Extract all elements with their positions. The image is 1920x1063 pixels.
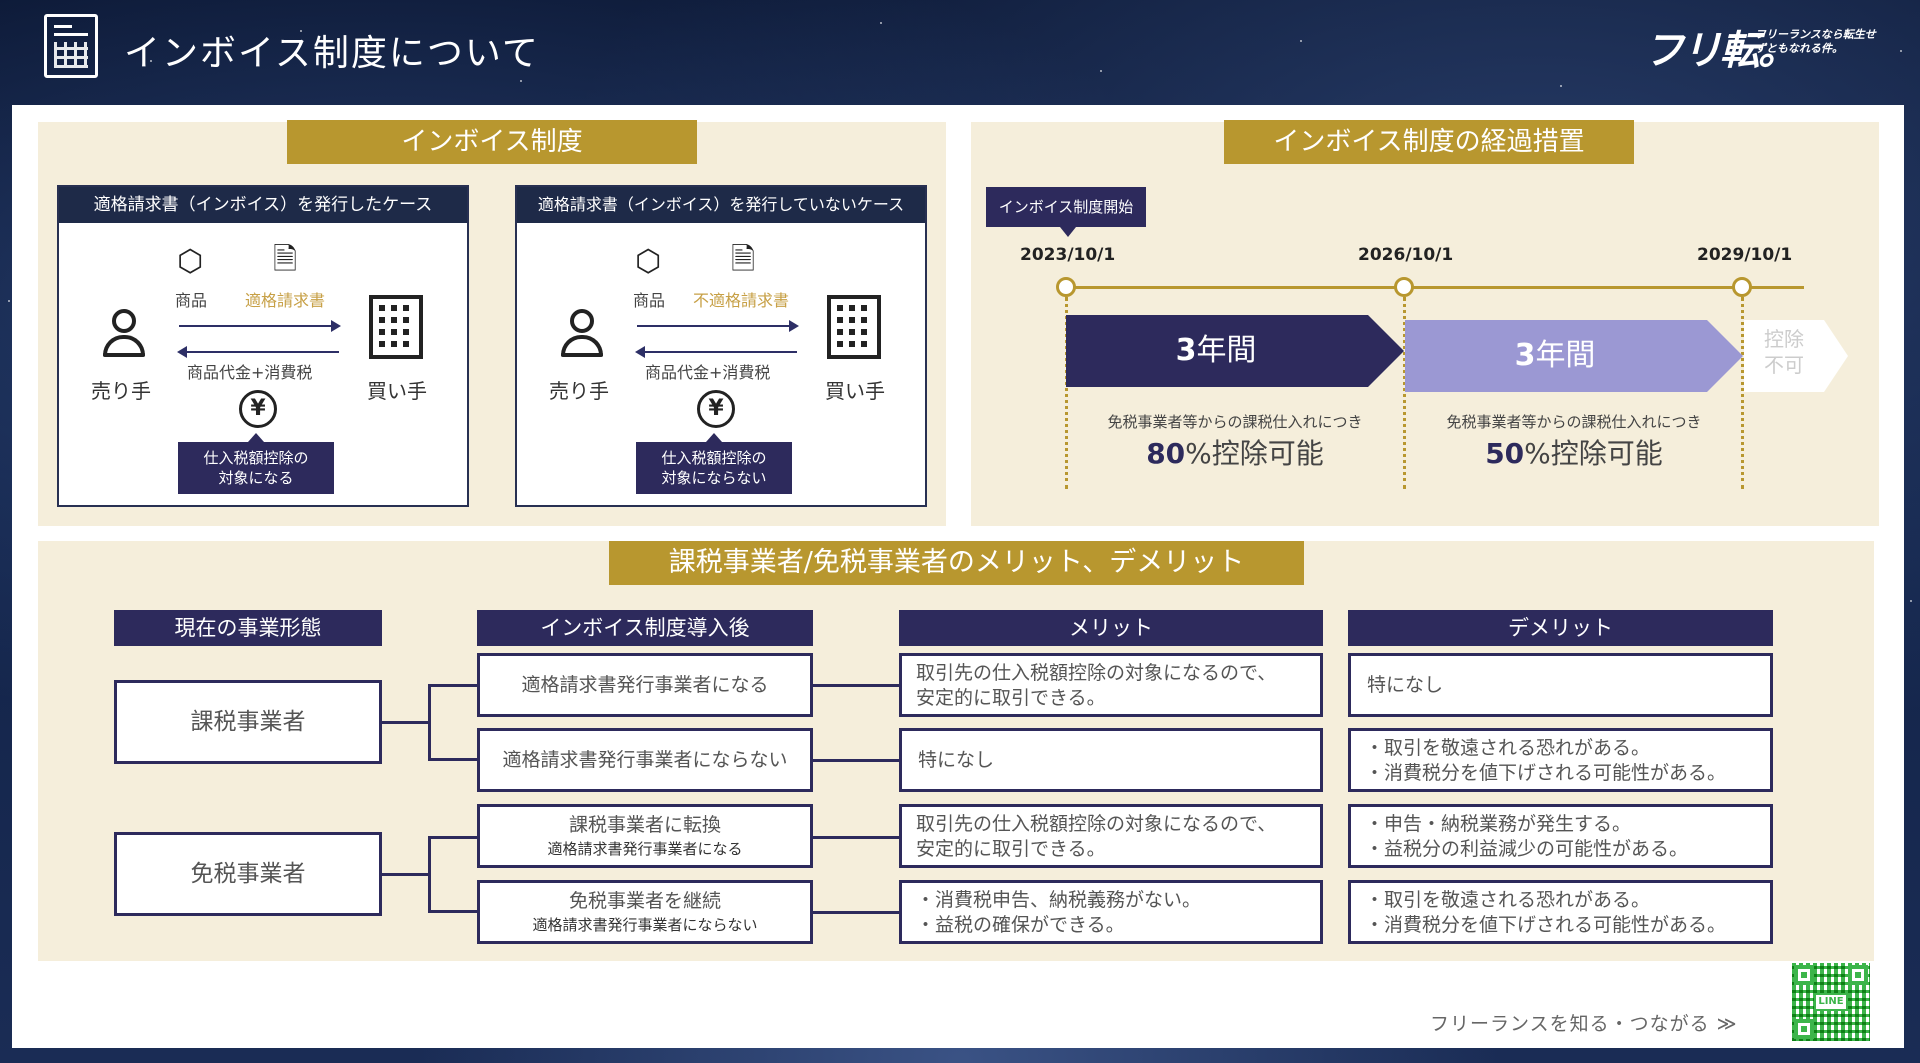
period-second-desc: 免税事業者等からの課税仕入れにつき <box>1446 413 1702 431</box>
period-first-percent: 80%控除可能 <box>1146 437 1324 470</box>
invoice-not-issued-card: 適格請求書（インボイス）を発行していないケース ⬡ 商品 🗎 不適格請求書 売り… <box>515 185 927 507</box>
demerit-row-3: ・申告・納税業務が発生する。 ・益税分の利益減少の可能性がある。 <box>1348 804 1773 868</box>
merit-row-2: 特になし <box>899 728 1323 792</box>
invoice-system-title: インボイス制度 <box>287 120 697 164</box>
header-after: インボイス制度導入後 <box>477 610 813 646</box>
timeline-point <box>1056 277 1076 297</box>
invoice-document-icon <box>44 14 98 78</box>
arrow-left <box>177 346 339 358</box>
transition-title: インボイス制度の経過措置 <box>1224 120 1634 164</box>
connector <box>382 721 430 724</box>
yen-icon: ¥ <box>697 390 735 428</box>
page-title: インボイス制度について <box>124 33 540 74</box>
building-icon <box>827 295 881 359</box>
no-deduction-label: 控除 不可 <box>1764 327 1804 377</box>
after-row-4: 免税事業者を継続 適格請求書発行事業者にならない <box>477 880 813 944</box>
document-icon: 🗎 <box>273 242 298 277</box>
connector <box>428 684 431 760</box>
after-row-1: 適格請求書発行事業者になる <box>477 653 813 717</box>
connector <box>428 836 478 839</box>
merit-row-1: 取引先の仕入税額控除の対象になるので、 安定的に取引できる。 <box>899 653 1323 717</box>
card-heading: 適格請求書（インボイス）を発行していないケース <box>517 187 925 223</box>
after-row-2: 適格請求書発行事業者にならない <box>477 728 813 792</box>
timeline-point <box>1394 277 1414 297</box>
connector <box>813 836 899 839</box>
box-icon: ⬡ <box>635 244 662 279</box>
arrow-right <box>637 320 799 332</box>
header-merit: メリット <box>899 610 1323 646</box>
timeline-line <box>1058 286 1804 289</box>
document-icon: 🗎 <box>731 242 756 277</box>
invoice-start-tag: インボイス制度開始 <box>986 187 1146 237</box>
connector <box>813 759 899 762</box>
header-demerit: デメリット <box>1348 610 1773 646</box>
arrow-left <box>635 346 797 358</box>
document-label: 不適格請求書 <box>693 291 790 310</box>
current-taxable: 課税事業者 <box>114 680 382 764</box>
period-first-label: 3年間 <box>1175 333 1257 368</box>
payment-label: 商品代金+消費税 <box>187 363 313 382</box>
header-current: 現在の事業形態 <box>114 610 382 646</box>
seller-label: 売り手 <box>91 379 151 403</box>
connector <box>813 684 899 687</box>
seller-label: 売り手 <box>549 379 609 403</box>
connector <box>813 911 899 914</box>
merit-row-4: ・消費税申告、納税義務がない。 ・益税の確保ができる。 <box>899 880 1323 944</box>
line-label: LINE <box>1814 993 1848 1011</box>
tax-deduction-note: 仕入税額控除の 対象になる <box>178 433 334 494</box>
product-label: 商品 <box>633 291 666 310</box>
after-row-3: 課税事業者に転換 適格請求書発行事業者になる <box>477 804 813 868</box>
period-second-label: 3年間 <box>1514 338 1596 373</box>
date-middle: 2026/10/1 <box>1358 245 1454 265</box>
card-heading: 適格請求書（インボイス）を発行したケース <box>59 187 467 223</box>
buyer-label: 買い手 <box>367 379 427 403</box>
period-second-percent: 50%控除可能 <box>1485 437 1663 470</box>
arrow-right <box>179 320 341 332</box>
demerit-row-4: ・取引を敬遠される恐れがある。 ・消費税分を値下げされる可能性がある。 <box>1348 880 1773 944</box>
seller-icon <box>557 309 607 359</box>
date-end: 2029/10/1 <box>1697 245 1793 265</box>
connector <box>382 873 430 876</box>
connector <box>428 758 478 761</box>
tax-deduction-note: 仕入税額控除の 対象にならない <box>636 433 792 494</box>
brand-tagline: フリーランスなら転生せずともなれる件。 <box>1755 28 1876 55</box>
connector <box>428 684 478 687</box>
yen-icon: ¥ <box>239 390 277 428</box>
merits-title: 課税事業者/免税事業者のメリット、デメリット <box>609 541 1304 585</box>
box-icon: ⬡ <box>177 244 204 279</box>
line-qr-code[interactable]: LINE <box>1792 963 1870 1041</box>
seller-icon <box>99 309 149 359</box>
product-label: 商品 <box>175 291 208 310</box>
payment-label: 商品代金+消費税 <box>645 363 771 382</box>
buyer-label: 買い手 <box>825 379 885 403</box>
invoice-issued-card: 適格請求書（インボイス）を発行したケース ⬡ 商品 🗎 適格請求書 売り手 商品… <box>57 185 469 507</box>
community-link[interactable]: フリーランスを知る・つながる ≫ <box>1430 1009 1738 1036</box>
header: インボイス制度について フリ転。 フリーランスなら転生せずともなれる件。 <box>0 0 1920 105</box>
connector <box>428 836 431 912</box>
connector <box>428 910 478 913</box>
demerit-row-2: ・取引を敬遠される恐れがある。 ・消費税分を値下げされる可能性がある。 <box>1348 728 1773 792</box>
building-icon <box>369 295 423 359</box>
current-exempt: 免税事業者 <box>114 832 382 916</box>
period-first-desc: 免税事業者等からの課税仕入れにつき <box>1107 413 1363 431</box>
timeline-point <box>1732 277 1752 297</box>
date-start: 2023/10/1 <box>1020 245 1116 265</box>
merit-row-3: 取引先の仕入税額控除の対象になるので、 安定的に取引できる。 <box>899 804 1323 868</box>
document-label: 適格請求書 <box>245 291 326 310</box>
demerit-row-1: 特になし <box>1348 653 1773 717</box>
